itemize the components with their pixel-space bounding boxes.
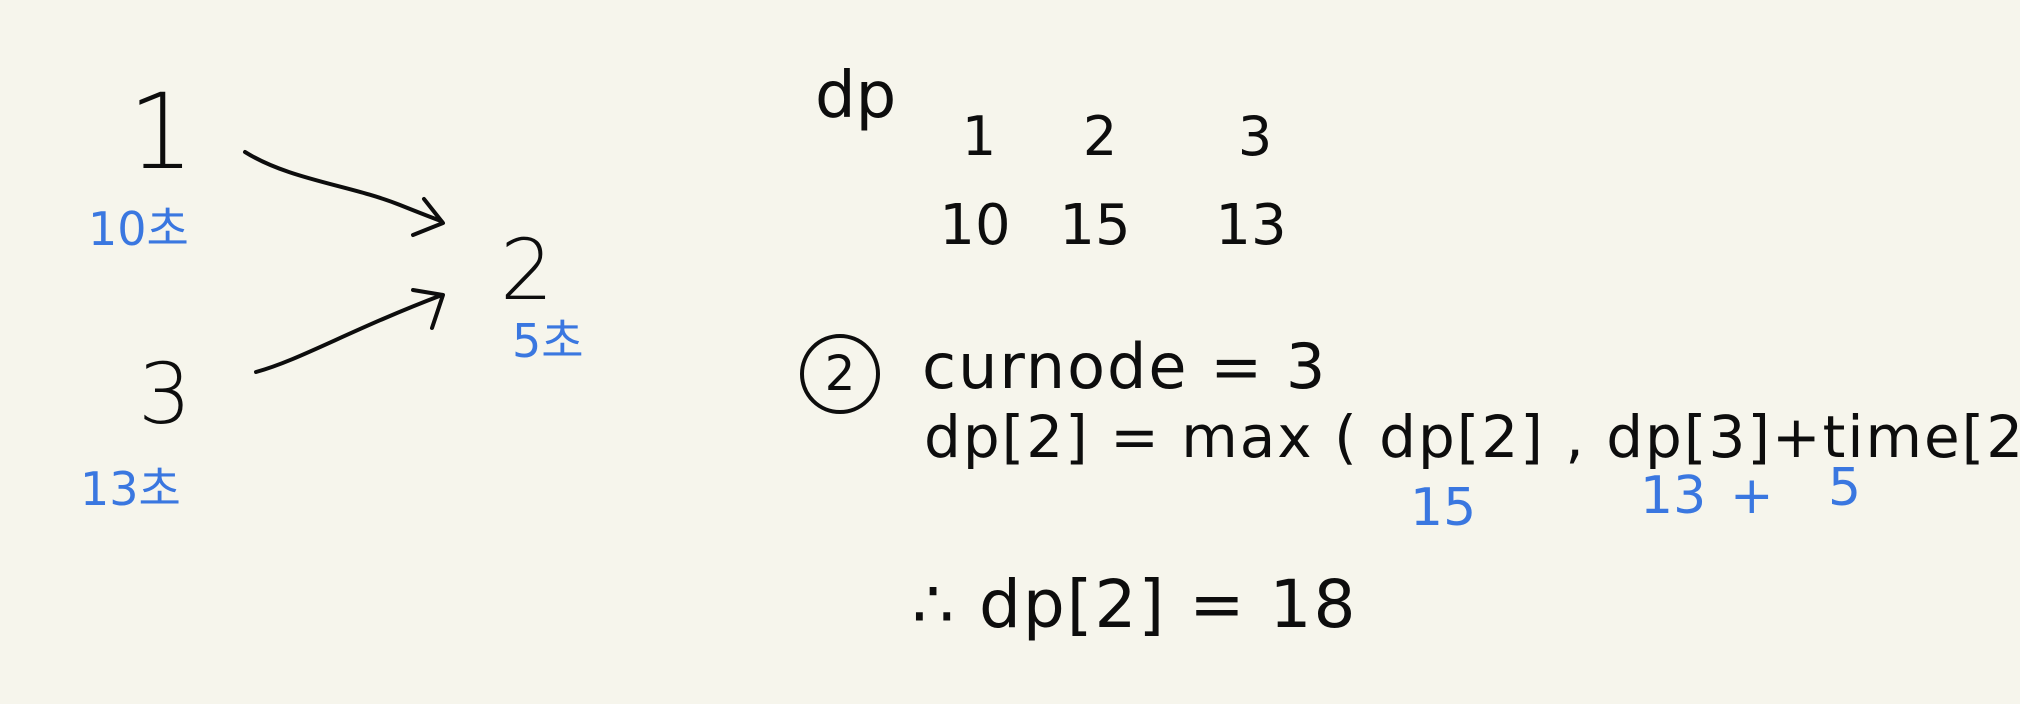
dp-index-1: 1: [961, 105, 997, 168]
edge-3-to-2-arrowhead: [411, 288, 445, 330]
edge-1-to-2: [243, 150, 444, 224]
node-2-weight: 5초: [512, 314, 584, 368]
annotation-dp3-value: 13: [1640, 466, 1707, 526]
annotation-time2-value: 5: [1828, 458, 1862, 518]
dp-table-title: dp: [815, 59, 897, 133]
node-3-label: 3: [138, 345, 192, 443]
annotation-dp2-value: 15: [1410, 478, 1477, 538]
node-3-weight: 13초: [80, 462, 181, 516]
edge-3-to-2: [254, 293, 444, 374]
step-number-badge: 2: [800, 334, 880, 414]
dp-index-3: 3: [1237, 105, 1273, 168]
dp-index-2: 2: [1082, 105, 1118, 168]
annotation-plus: +: [1730, 466, 1774, 526]
dp-value-1: 10: [939, 193, 1011, 258]
node-1-label: 1: [128, 71, 195, 193]
node-2-label: 2: [500, 221, 554, 319]
result-line: ∴ dp[2] = 18: [912, 566, 1358, 643]
dp-value-3: 13: [1215, 193, 1287, 258]
curnode-line: curnode = 3: [922, 330, 1328, 403]
node-1-weight: 10초: [88, 202, 189, 256]
dp-value-2: 15: [1059, 193, 1131, 258]
whiteboard-canvas: 1 10초 2 5초 3 13초 dp 1 2 3 10 15 13 2 cur…: [0, 0, 2020, 704]
